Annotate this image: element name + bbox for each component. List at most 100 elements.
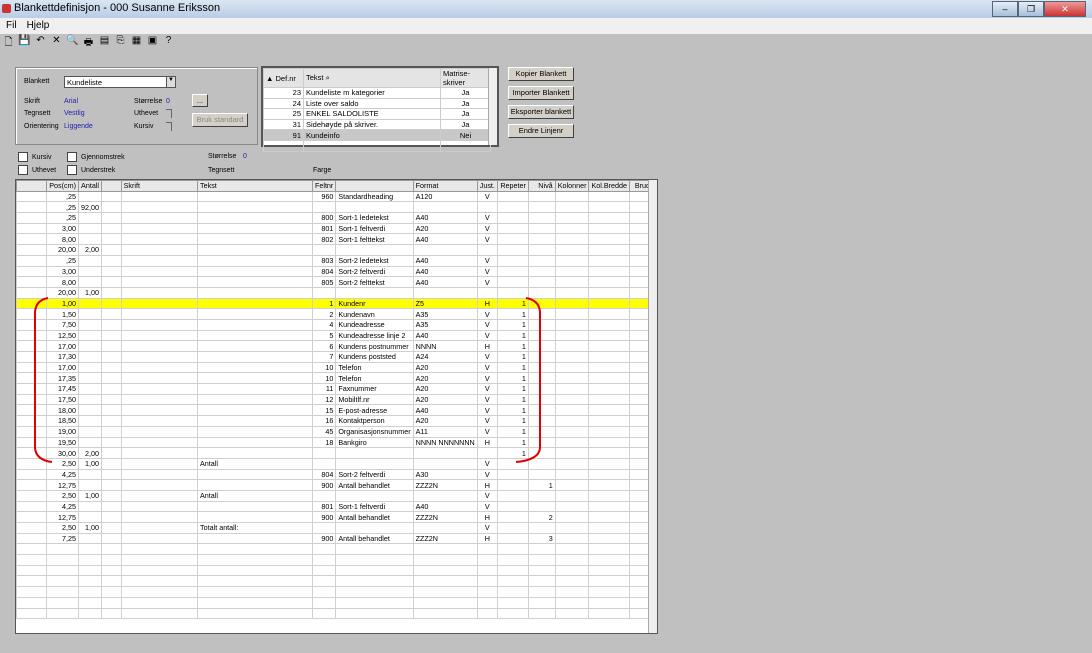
- blankett-select[interactable]: Kundeliste ▼: [64, 76, 176, 88]
- grid-cell[interactable]: [197, 511, 313, 523]
- grid-cell[interactable]: 1,50: [46, 308, 80, 320]
- grid-cell[interactable]: 4: [311, 318, 337, 331]
- grid-cell[interactable]: A20: [412, 415, 478, 427]
- grid-cell[interactable]: [101, 329, 122, 342]
- grid-cell[interactable]: V: [476, 383, 498, 395]
- grid-cell[interactable]: [197, 425, 313, 438]
- grid-cell[interactable]: [15, 212, 48, 224]
- grid-cell[interactable]: [120, 468, 199, 481]
- grid-cell[interactable]: 19,00: [46, 425, 80, 438]
- grid-cell[interactable]: H: [476, 340, 498, 352]
- uthevet-checkbox[interactable]: [18, 165, 28, 175]
- definition-list-scrollbar[interactable]: [488, 68, 497, 145]
- grid-cell[interactable]: [120, 500, 199, 513]
- table-row[interactable]: 1,00 1 Kundenr Z5 H 1: [15, 297, 657, 310]
- grid-cell[interactable]: [120, 351, 199, 363]
- grid-cell[interactable]: [15, 233, 48, 246]
- grid-cell[interactable]: [120, 532, 199, 545]
- grid-cell[interactable]: [15, 361, 48, 374]
- grid-cell[interactable]: 7,50: [46, 318, 80, 331]
- grid-cell[interactable]: [554, 244, 590, 256]
- grid-cell[interactable]: [496, 489, 529, 502]
- def-header-2[interactable]: Matrise-skriver: [440, 68, 491, 88]
- grid-cell[interactable]: [496, 286, 529, 299]
- grid-cell[interactable]: [78, 276, 103, 288]
- grid-cell[interactable]: [588, 286, 631, 299]
- grid-cell[interactable]: [311, 522, 337, 534]
- grid-cell[interactable]: [588, 393, 631, 406]
- grid-cell[interactable]: V: [476, 468, 498, 481]
- grid-cell[interactable]: 20,00: [46, 286, 80, 299]
- grid-cell[interactable]: [554, 425, 590, 438]
- grid-cell[interactable]: 1: [496, 329, 529, 342]
- grid-cell[interactable]: [78, 393, 103, 406]
- grid-header-9[interactable]: Just.: [476, 180, 498, 192]
- grid-cell[interactable]: 1: [496, 425, 529, 438]
- grid-cell[interactable]: [120, 297, 199, 310]
- grid-header-12[interactable]: Kolonner: [554, 180, 590, 192]
- grid-cell[interactable]: [588, 415, 631, 427]
- grid-cell[interactable]: [588, 190, 631, 203]
- grid-cell[interactable]: [120, 372, 199, 385]
- grid-cell[interactable]: [476, 201, 498, 214]
- grid-cell[interactable]: 1,00: [78, 522, 103, 534]
- grid-cell[interactable]: 900: [311, 532, 337, 545]
- grid-header-0[interactable]: [15, 180, 48, 192]
- grid-cell[interactable]: 12: [311, 393, 337, 406]
- empty-row[interactable]: [15, 607, 657, 620]
- grid-cell[interactable]: [554, 190, 590, 203]
- grid-cell[interactable]: Sort-1 felttekst: [335, 233, 414, 246]
- grid-cell[interactable]: 801: [311, 222, 337, 235]
- grid-cell[interactable]: [15, 500, 48, 513]
- grid-cell[interactable]: [496, 212, 529, 224]
- grid-cell[interactable]: 18: [311, 436, 337, 449]
- grid-cell[interactable]: [588, 479, 631, 491]
- grid-cell[interactable]: A30: [412, 468, 478, 481]
- grid-cell[interactable]: [496, 479, 529, 491]
- grid-cell[interactable]: [527, 212, 556, 224]
- grid-cell[interactable]: [527, 329, 556, 342]
- grid-cell[interactable]: [101, 425, 122, 438]
- grid-cell[interactable]: [588, 276, 631, 288]
- grid-cell[interactable]: V: [476, 190, 498, 203]
- grid-cell[interactable]: [527, 383, 556, 395]
- grid-cell[interactable]: 17,30: [46, 351, 80, 363]
- grid-cell[interactable]: Faxnummer: [335, 383, 414, 395]
- grid-cell[interactable]: 800: [311, 212, 337, 224]
- new-icon[interactable]: 🗋: [2, 35, 15, 51]
- gjennomstrek-checkbox[interactable]: [67, 152, 77, 162]
- grid-cell[interactable]: 804: [311, 265, 337, 278]
- grid-cell[interactable]: [197, 404, 313, 417]
- grid-cell[interactable]: [15, 425, 48, 438]
- grid-cell[interactable]: [15, 308, 48, 320]
- grid-cell[interactable]: [588, 201, 631, 214]
- grid-cell[interactable]: [120, 522, 199, 534]
- grid-cell[interactable]: V: [476, 254, 498, 267]
- grid-cell[interactable]: [496, 457, 529, 470]
- grid-cell[interactable]: [197, 447, 313, 459]
- grid-cell[interactable]: [15, 286, 48, 299]
- grid-cell[interactable]: [588, 511, 631, 523]
- grid-cell[interactable]: [197, 308, 313, 320]
- grid-cell[interactable]: [15, 436, 48, 449]
- grid-cell[interactable]: [15, 329, 48, 342]
- grid-cell[interactable]: [120, 265, 199, 278]
- grid-cell[interactable]: V: [476, 265, 498, 278]
- grid-cell[interactable]: [15, 383, 48, 395]
- grid-cell[interactable]: [527, 489, 556, 502]
- grid-cell[interactable]: [588, 436, 631, 449]
- grid-cell[interactable]: [554, 436, 590, 449]
- grid-cell[interactable]: [101, 265, 122, 278]
- grid-cell[interactable]: [496, 254, 529, 267]
- grid-cell[interactable]: [527, 254, 556, 267]
- grid-cell[interactable]: V: [476, 361, 498, 374]
- grid-cell[interactable]: 2,00: [78, 244, 103, 256]
- grid-cell[interactable]: [527, 297, 556, 310]
- grid-header-3[interactable]: [101, 180, 122, 192]
- table-row[interactable]: 17,00 10 Telefon A20 V 1: [15, 361, 657, 374]
- grid-cell[interactable]: [588, 318, 631, 331]
- grid-cell[interactable]: Sort-1 ledetekst: [335, 212, 414, 224]
- grid-cell[interactable]: [197, 361, 313, 374]
- grid-cell[interactable]: [554, 318, 590, 331]
- grid-cell[interactable]: 6: [311, 340, 337, 352]
